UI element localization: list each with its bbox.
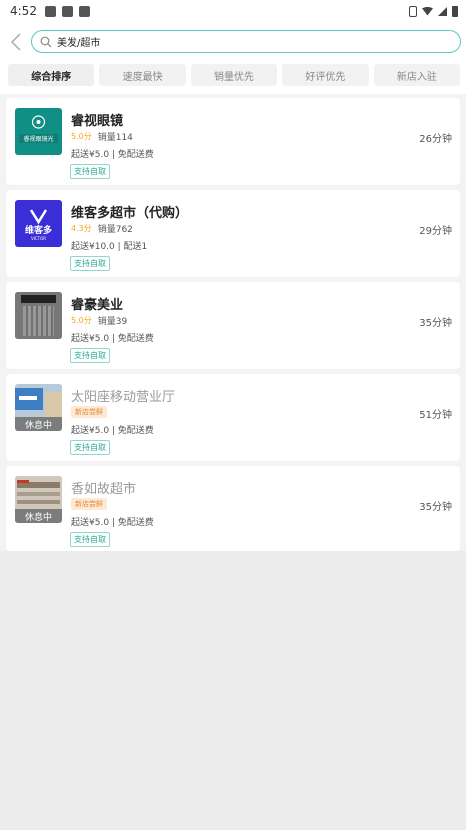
store-name: 睿视眼镜 [71, 114, 124, 129]
rating-line: 5.0分 销量39 [71, 314, 127, 327]
closed-label: 休息中 [15, 509, 62, 523]
pickup-tag: 支持自取 [70, 256, 110, 271]
store-list: 睿视眼镜光 睿视眼镜 5.0分 销量114 起送¥5.0 | 免配送费 支持自取… [0, 94, 466, 551]
closed-label: 休息中 [15, 417, 62, 431]
delivery-info: 起送¥5.0 | 免配送费 [71, 150, 154, 160]
delivery-info: 起送¥5.0 | 免配送费 [71, 334, 154, 344]
delivery-info: 起送¥5.0 | 免配送费 [71, 518, 154, 528]
status-bar: 4:52 [0, 0, 466, 22]
search-input[interactable]: 美发/超市 [31, 30, 461, 53]
notification-icon [61, 5, 73, 17]
logo-text: 睿视眼镜光 [23, 136, 54, 143]
store-card[interactable]: 睿豪美业 5.0分 销量39 起送¥5.0 | 免配送费 支持自取 35分钟 [6, 282, 460, 369]
vibrate-icon [409, 5, 417, 17]
pickup-tag: 支持自取 [70, 164, 110, 179]
store-name: 太阳座移动营业厅 [71, 390, 176, 405]
logo-text: 维客多 [24, 226, 52, 236]
store-sales: 销量39 [97, 317, 128, 327]
logo-subtext: VICTOR [30, 236, 47, 241]
empty-area [0, 551, 466, 830]
wifi-icon [422, 6, 433, 16]
store-sales: 销量114 [97, 133, 133, 143]
store-logo: 睿视眼镜光 [15, 108, 62, 155]
notification-icon [44, 5, 56, 17]
battery-icon [452, 5, 458, 17]
store-score: 4.3分 [71, 224, 92, 233]
tab-comprehensive[interactable]: 综合排序 [8, 64, 95, 86]
store-card[interactable]: 休息中 香如故超市 新店尝鲜 起送¥5.0 | 免配送费 支持自取 35分钟 [6, 466, 460, 551]
store-logo: 维客多 VICTOR [15, 200, 62, 247]
store-card[interactable]: 睿视眼镜光 睿视眼镜 5.0分 销量114 起送¥5.0 | 免配送费 支持自取… [6, 98, 460, 185]
rating-line: 新店尝鲜 [71, 406, 107, 418]
header: 美发/超市 综合排序 速度最快 销量优先 好评优先 新店入驻 [0, 22, 466, 94]
store-photo: 休息中 [15, 476, 62, 523]
search-icon [40, 36, 52, 48]
pickup-tag: 支持自取 [70, 348, 110, 363]
store-card[interactable]: 维客多 VICTOR 维客多超市（代购） 4.3分 销量762 起送¥10.0 … [6, 190, 460, 277]
store-score: 5.0分 [71, 316, 92, 325]
store-sales: 销量762 [97, 225, 133, 235]
tab-new-stores[interactable]: 新店入驻 [373, 64, 461, 86]
tab-fastest[interactable]: 速度最快 [99, 64, 186, 86]
delivery-time: 51分钟 [419, 410, 452, 421]
status-time: 4:52 [10, 4, 37, 18]
tab-rating[interactable]: 好评优先 [282, 64, 369, 86]
store-name: 香如故超市 [71, 482, 137, 497]
delivery-time: 29分钟 [419, 226, 452, 237]
pickup-tag: 支持自取 [70, 532, 110, 547]
store-card[interactable]: 休息中 太阳座移动营业厅 新店尝鲜 起送¥5.0 | 免配送费 支持自取 51分… [6, 374, 460, 461]
delivery-info: 起送¥5.0 | 免配送费 [71, 426, 154, 436]
search-query: 美发/超市 [57, 38, 101, 49]
store-name: 睿豪美业 [71, 298, 124, 313]
new-store-badge: 新店尝鲜 [71, 498, 107, 510]
new-store-badge: 新店尝鲜 [71, 406, 107, 418]
delivery-time: 35分钟 [419, 318, 452, 329]
store-score: 5.0分 [71, 132, 92, 141]
store-photo: 休息中 [15, 384, 62, 431]
rating-line: 4.3分 销量762 [71, 222, 133, 235]
delivery-time: 26分钟 [419, 134, 452, 145]
back-button[interactable] [8, 32, 24, 52]
notification-icon [78, 5, 90, 17]
tab-sales[interactable]: 销量优先 [190, 64, 278, 86]
delivery-time: 35分钟 [419, 502, 452, 513]
rating-line: 新店尝鲜 [71, 498, 107, 510]
delivery-info: 起送¥10.0 | 配送1 [71, 242, 148, 252]
status-icons [409, 5, 458, 17]
store-name: 维客多超市（代购） [71, 206, 189, 221]
sort-tabs: 综合排序 速度最快 销量优先 好评优先 新店入驻 [8, 64, 461, 86]
back-arrow-icon [10, 33, 21, 51]
pickup-tag: 支持自取 [70, 440, 110, 455]
rating-line: 5.0分 销量114 [71, 130, 133, 143]
signal-icon [438, 6, 447, 16]
store-photo [15, 292, 62, 339]
